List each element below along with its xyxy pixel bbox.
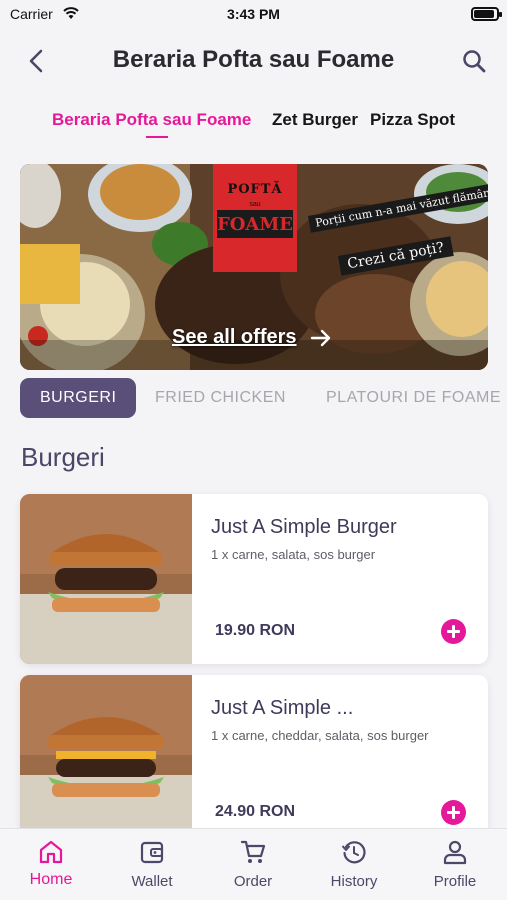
add-to-cart-button[interactable] xyxy=(441,619,466,644)
profile-icon xyxy=(443,840,467,865)
cart-icon xyxy=(240,840,266,863)
logo-separator: sau xyxy=(249,201,261,208)
product-price: 19.90 RON xyxy=(215,622,296,639)
tab-label: Order xyxy=(233,873,273,890)
product-card[interactable]: Just A Simple Burger 1 x carne, salata, … xyxy=(20,494,488,664)
tab-label: Wallet xyxy=(131,873,173,890)
battery-icon xyxy=(471,7,502,21)
search-button[interactable] xyxy=(459,46,489,76)
venue-tab-zet-burger[interactable]: Zet Burger xyxy=(272,110,358,130)
chevron-left-icon xyxy=(29,49,43,73)
promo-banner[interactable]: POFTĂ sau FOAME Porții cum n-a mai văzut… xyxy=(20,164,488,370)
logo-line1: POFTĂ xyxy=(227,182,283,197)
tab-history[interactable]: History xyxy=(304,829,404,900)
tab-label: Home xyxy=(29,871,73,888)
product-card[interactable]: Just A Simple ... 1 x carne, cheddar, sa… xyxy=(20,675,488,845)
tab-label: Profile xyxy=(433,873,477,890)
product-name: Just A Simple Burger xyxy=(211,516,397,538)
product-description: 1 x carne, cheddar, salata, sos burger xyxy=(211,728,429,743)
category-tabs: BURGERI FRIED CHICKEN PLATOURI DE FOAME xyxy=(0,378,507,420)
category-tab-fried-chicken[interactable]: FRIED CHICKEN xyxy=(155,378,286,418)
tab-label: History xyxy=(330,873,378,890)
venue-tabs: Beraria Pofta sau Foame Zet Burger Pizza… xyxy=(0,110,507,140)
burger-image xyxy=(20,675,192,845)
home-icon xyxy=(39,840,63,864)
category-tab-platouri[interactable]: PLATOURI DE FOAME xyxy=(326,378,501,418)
wallet-icon xyxy=(140,841,164,864)
logo-line2: FOAME xyxy=(216,214,294,235)
tab-profile[interactable]: Profile xyxy=(405,829,505,900)
section-title: Burgeri xyxy=(21,442,105,472)
active-tab-indicator xyxy=(146,136,168,138)
navigation-bar: Beraria Pofta sau Foame xyxy=(0,38,507,82)
add-to-cart-button[interactable] xyxy=(441,800,466,825)
brand-logo: POFTĂ sau FOAME xyxy=(213,164,297,272)
tab-home[interactable]: Home xyxy=(1,829,101,900)
history-icon xyxy=(341,841,366,864)
product-description: 1 x carne, salata, sos burger xyxy=(211,547,376,562)
clock: 3:43 PM xyxy=(227,6,280,22)
burger-image xyxy=(20,494,192,664)
product-price: 24.90 RON xyxy=(215,803,296,820)
see-all-offers-link[interactable]: See all offers xyxy=(172,326,297,349)
page-title: Beraria Pofta sau Foame xyxy=(112,46,395,73)
venue-tab-pizza-spot[interactable]: Pizza Spot xyxy=(370,110,455,130)
tab-order[interactable]: Order xyxy=(203,829,303,900)
back-button[interactable] xyxy=(22,46,52,76)
arrow-right-icon[interactable] xyxy=(309,326,333,350)
category-tab-burgeri[interactable]: BURGERI xyxy=(20,378,137,418)
search-icon xyxy=(463,50,486,73)
venue-tab-beraria[interactable]: Beraria Pofta sau Foame xyxy=(52,110,251,130)
product-name: Just A Simple ... xyxy=(211,697,354,719)
status-bar: Carrier 3:43 PM xyxy=(0,0,507,30)
tab-wallet[interactable]: Wallet xyxy=(102,829,202,900)
bottom-tab-bar: Home Wallet Order History Profile xyxy=(0,828,507,900)
